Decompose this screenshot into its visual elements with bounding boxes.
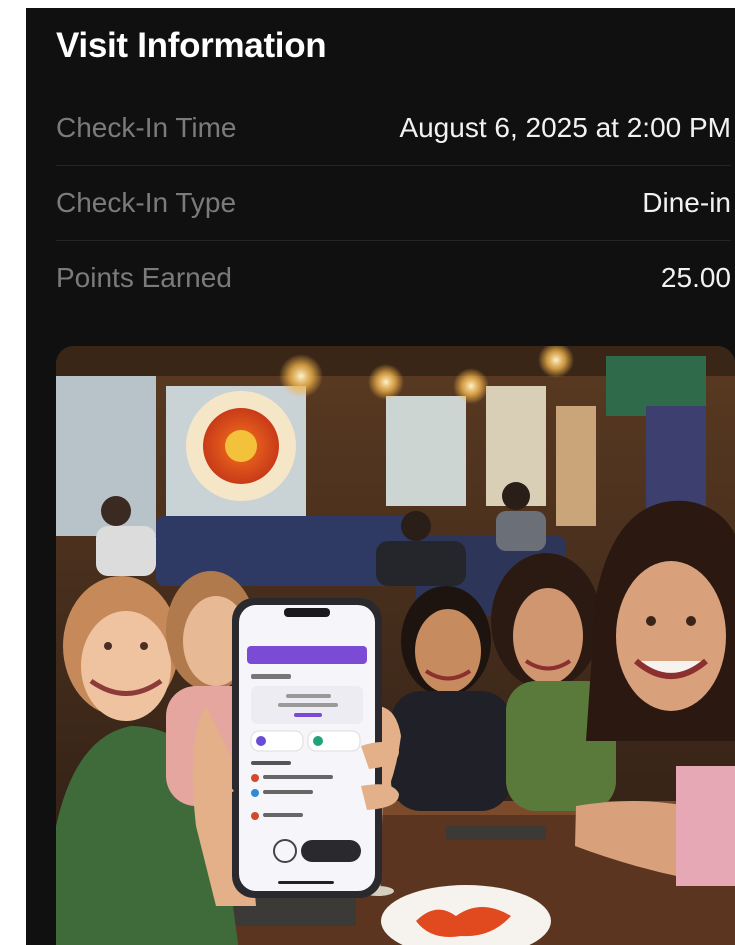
check-in-time-row: Check-In Time August 6, 2025 at 2:00 PM: [56, 90, 731, 166]
phone-mockup: [232, 598, 382, 898]
check-in-time-value: August 6, 2025 at 2:00 PM: [399, 111, 731, 143]
points-earned-value: 25.00: [660, 261, 731, 293]
check-in-time-label: Check-In Time: [56, 111, 237, 143]
visit-photo: [56, 346, 735, 945]
points-earned-row: Points Earned 25.00: [56, 240, 731, 315]
sun-mural: [186, 391, 296, 501]
check-in-type-label: Check-In Type: [56, 186, 237, 218]
restaurant-photo-illustration: [56, 346, 735, 945]
section-title: Visit Information: [56, 26, 327, 65]
check-in-type-row: Check-In Type Dine-in: [56, 165, 731, 241]
visit-information-screen: Visit Information Check-In Time August 6…: [26, 8, 735, 945]
check-in-type-value: Dine-in: [642, 186, 731, 218]
points-earned-label: Points Earned: [56, 261, 232, 293]
